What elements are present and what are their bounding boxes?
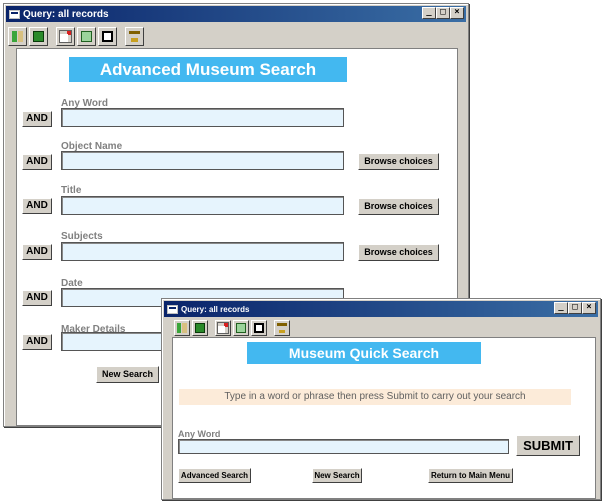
advanced-window-controls: _ □ × [422,7,464,19]
any-word-and-button[interactable]: AND [22,111,52,127]
layout-icon [81,30,92,42]
advanced-toolbar [8,24,144,48]
date-and-button[interactable]: AND [22,290,52,306]
toolbar-save-button[interactable] [29,26,48,46]
toolbar-layout-button[interactable] [77,26,96,46]
maximize-button[interactable]: □ [436,7,450,19]
advanced-title-bar[interactable]: Query: all records _ □ × [6,6,466,22]
subjects-input[interactable] [61,242,344,261]
quick-window-title: Query: all records [181,304,250,314]
quick-any-word-label: Any Word [178,429,221,439]
any-word-input[interactable] [61,108,344,127]
toolbar-home-button[interactable] [274,320,290,336]
toolbar-edit-button[interactable] [56,26,75,46]
quick-new-search-button[interactable]: New Search [312,468,362,483]
advanced-new-search-button[interactable]: New Search [96,366,159,383]
window-app-icon [9,9,20,19]
quick-client-area: Museum Quick Search Type in a word or ph… [172,337,596,499]
title-label: Title [61,185,82,196]
quick-advanced-search-button[interactable]: Advanced Search [178,468,251,483]
window-app-icon [167,304,178,314]
object-name-input[interactable] [61,151,344,170]
quick-page-title: Museum Quick Search [247,342,481,364]
edit-icon [59,29,72,43]
subjects-browse-button[interactable]: Browse choices [358,244,439,261]
minimize-button[interactable]: _ [554,302,568,314]
home-icon [129,30,140,42]
quick-toolbar [174,318,290,338]
find-records-icon [177,323,187,333]
toolbar-find-button[interactable] [8,26,27,46]
return-main-menu-button[interactable]: Return to Main Menu [428,468,513,483]
toolbar-edit-button[interactable] [215,320,231,336]
object-name-and-button[interactable]: AND [22,154,52,170]
home-icon [277,323,287,333]
object-name-browse-button[interactable]: Browse choices [358,153,439,170]
save-icon [33,30,44,42]
layout-icon [236,323,246,333]
toolbar-layout-button[interactable] [233,320,249,336]
advanced-window-title: Query: all records [23,8,109,20]
close-button[interactable]: × [582,302,596,314]
view-icon [102,30,113,42]
submit-button[interactable]: SUBMIT [516,435,580,456]
toolbar-save-button[interactable] [192,320,208,336]
quick-instruction-text: Type in a word or phrase then press Subm… [179,389,571,405]
title-input[interactable] [61,196,344,215]
quick-title-bar[interactable]: Query: all records _ □ × [164,301,598,317]
toolbar-view-button[interactable] [251,320,267,336]
edit-icon [217,322,229,334]
close-button[interactable]: × [450,7,464,19]
view-icon [254,323,264,333]
title-browse-button[interactable]: Browse choices [358,198,439,215]
find-records-icon [12,30,23,42]
maximize-button[interactable]: □ [568,302,582,314]
title-and-button[interactable]: AND [22,198,52,214]
quick-search-window: Query: all records _ □ × Museum Quick Se… [161,298,601,500]
subjects-and-button[interactable]: AND [22,244,52,260]
minimize-button[interactable]: _ [422,7,436,19]
subjects-label: Subjects [61,231,103,242]
maker-details-and-button[interactable]: AND [22,334,52,350]
toolbar-home-button[interactable] [125,26,144,46]
quick-window-controls: _ □ × [554,302,596,314]
quick-any-word-input[interactable] [178,439,509,454]
toolbar-view-button[interactable] [98,26,117,46]
save-icon [195,323,205,333]
advanced-page-title: Advanced Museum Search [69,57,347,82]
toolbar-find-button[interactable] [174,320,190,336]
